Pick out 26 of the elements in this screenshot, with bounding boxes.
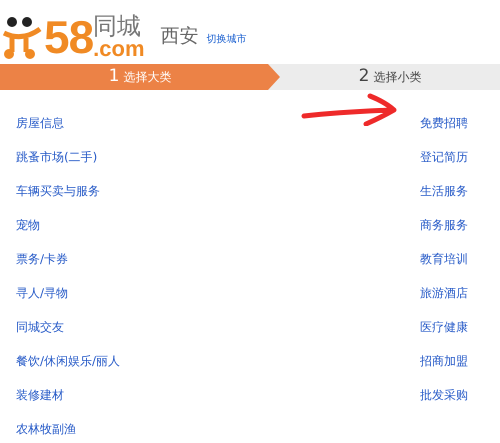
switch-city-link[interactable]: 切换城市 bbox=[206, 32, 247, 46]
mascot-icon bbox=[2, 16, 44, 60]
category-link[interactable]: 跳蚤市场(二手) bbox=[16, 140, 120, 174]
category-link[interactable]: 同城交友 bbox=[16, 310, 120, 344]
category-link[interactable]: 旅游酒店 bbox=[420, 276, 468, 310]
category-link[interactable]: 登记简历 bbox=[420, 140, 468, 174]
category-link[interactable]: 餐饮/休闲娱乐/丽人 bbox=[16, 344, 120, 378]
category-link[interactable]: 医疗健康 bbox=[420, 310, 468, 344]
logo-name: 同城 bbox=[93, 14, 142, 38]
category-link[interactable]: 免费招聘 bbox=[420, 106, 468, 140]
category-link[interactable]: 招商加盟 bbox=[420, 344, 468, 378]
logo-domain: .com bbox=[93, 38, 145, 60]
category-link[interactable]: 教育培训 bbox=[420, 242, 468, 276]
city-name: 西安 bbox=[160, 24, 199, 48]
category-link[interactable]: 房屋信息 bbox=[16, 106, 120, 140]
step-tab[interactable]: 2 选择小类 bbox=[280, 64, 500, 90]
logo-number: 58 bbox=[44, 14, 94, 60]
category-link[interactable]: 生活服务 bbox=[420, 174, 468, 208]
category-link[interactable]: 票务/卡券 bbox=[16, 242, 120, 276]
category-link[interactable]: 农林牧副渔 bbox=[16, 412, 120, 443]
category-link[interactable]: 宠物 bbox=[16, 208, 120, 242]
category-link[interactable]: 批发采购 bbox=[420, 378, 468, 412]
category-link[interactable]: 商务服务 bbox=[420, 208, 468, 242]
category-link[interactable]: 车辆买卖与服务 bbox=[16, 174, 120, 208]
category-link[interactable]: 装修建材 bbox=[16, 378, 120, 412]
category-link[interactable]: 寻人/寻物 bbox=[16, 276, 120, 310]
